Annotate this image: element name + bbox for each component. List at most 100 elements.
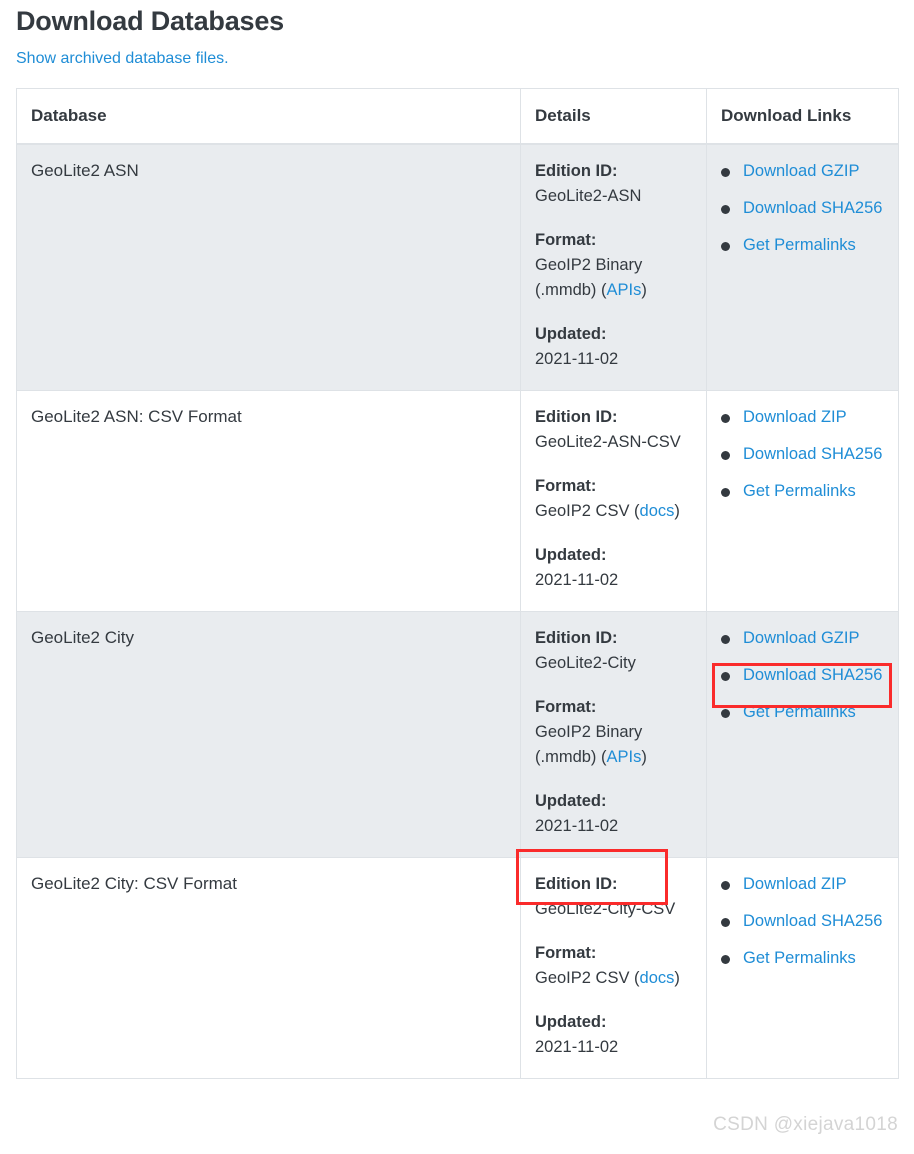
download-sha256-link[interactable]: Download SHA256 <box>743 199 882 217</box>
detail-value-updated: 2021-11-02 <box>535 817 619 835</box>
bullet-icon <box>721 414 730 423</box>
detail-updated: Updated: 2021-11-02 <box>535 1010 692 1060</box>
format-text: GeoIP2 CSV ( <box>535 969 640 987</box>
detail-format: Format: GeoIP2 Binary (.mmdb) (APIs) <box>535 228 692 303</box>
format-suffix: ) <box>674 502 680 520</box>
list-item: Download SHA256 <box>721 442 884 467</box>
list-item: Download SHA256 <box>721 663 884 688</box>
detail-label-edition-id: Edition ID: <box>535 629 618 647</box>
detail-value-format: GeoIP2 CSV (docs) <box>535 499 692 524</box>
download-gzip-link[interactable]: Download GZIP <box>743 162 859 180</box>
download-databases-page: Download Databases Show archived databas… <box>0 0 914 1154</box>
detail-updated: Updated: 2021-11-02 <box>535 543 692 593</box>
format-docs-link[interactable]: APIs <box>607 281 642 299</box>
cell-database-name: GeoLite2 ASN <box>16 144 521 391</box>
detail-format: Format: GeoIP2 Binary (.mmdb) (APIs) <box>535 695 692 770</box>
table-header-row: Database Details Download Links <box>16 88 899 145</box>
download-gzip-link[interactable]: Download GZIP <box>743 629 859 647</box>
cell-database-name: GeoLite2 City: CSV Format <box>16 857 521 1079</box>
detail-format: Format: GeoIP2 CSV (docs) <box>535 474 692 524</box>
detail-label-updated: Updated: <box>535 792 607 810</box>
cell-database-name: GeoLite2 ASN: CSV Format <box>16 390 521 612</box>
list-item: Download SHA256 <box>721 909 884 934</box>
bullet-icon <box>721 242 730 251</box>
cell-download-links: Download GZIP Download SHA256 Get Permal… <box>706 144 899 391</box>
cell-details: Edition ID: GeoLite2-ASN-CSV Format: Geo… <box>520 390 707 612</box>
detail-value-format: GeoIP2 Binary (.mmdb) (APIs) <box>535 720 692 770</box>
detail-edition-id: Edition ID: GeoLite2-City-CSV <box>535 872 692 922</box>
list-item: Get Permalinks <box>721 946 884 971</box>
detail-label-updated: Updated: <box>535 546 607 564</box>
format-suffix: ) <box>641 748 647 766</box>
format-docs-link[interactable]: APIs <box>607 748 642 766</box>
detail-label-edition-id: Edition ID: <box>535 408 618 426</box>
show-archived-database-files-link[interactable]: Show archived database files. <box>16 50 229 67</box>
list-item: Download GZIP <box>721 626 884 651</box>
watermark: CSDN @xiejava1018 <box>713 1114 898 1135</box>
download-zip-link[interactable]: Download ZIP <box>743 875 847 893</box>
table-body: GeoLite2 ASN Edition ID: GeoLite2-ASN Fo… <box>16 144 899 1079</box>
detail-updated: Updated: 2021-11-02 <box>535 789 692 839</box>
format-docs-link[interactable]: docs <box>640 502 675 520</box>
download-links-list: Download GZIP Download SHA256 Get Permal… <box>721 626 884 725</box>
table-row: GeoLite2 City: CSV Format Edition ID: Ge… <box>16 857 899 1079</box>
column-header-database: Database <box>16 88 521 145</box>
download-sha256-link[interactable]: Download SHA256 <box>743 912 882 930</box>
list-item: Download ZIP <box>721 872 884 897</box>
detail-label-edition-id: Edition ID: <box>535 875 618 893</box>
cell-details: Edition ID: GeoLite2-City-CSV Format: Ge… <box>520 857 707 1079</box>
get-permalinks-link[interactable]: Get Permalinks <box>743 482 856 500</box>
download-sha256-link[interactable]: Download SHA256 <box>743 666 882 684</box>
database-name: GeoLite2 ASN: CSV Format <box>31 407 242 426</box>
detail-label-format: Format: <box>535 944 597 962</box>
table-header: Database Details Download Links <box>16 88 899 145</box>
list-item: Download SHA256 <box>721 196 884 221</box>
cell-details: Edition ID: GeoLite2-ASN Format: GeoIP2 … <box>520 144 707 391</box>
download-links-list: Download ZIP Download SHA256 Get Permali… <box>721 405 884 504</box>
download-links-list: Download ZIP Download SHA256 Get Permali… <box>721 872 884 971</box>
bullet-icon <box>721 205 730 214</box>
bullet-icon <box>721 168 730 177</box>
table-row: GeoLite2 ASN Edition ID: GeoLite2-ASN Fo… <box>16 144 899 391</box>
get-permalinks-link[interactable]: Get Permalinks <box>743 949 856 967</box>
get-permalinks-link[interactable]: Get Permalinks <box>743 703 856 721</box>
detail-label-format: Format: <box>535 231 597 249</box>
detail-value-format: GeoIP2 Binary (.mmdb) (APIs) <box>535 253 692 303</box>
download-links-list: Download GZIP Download SHA256 Get Permal… <box>721 159 884 258</box>
detail-label-format: Format: <box>535 477 597 495</box>
download-sha256-link[interactable]: Download SHA256 <box>743 445 882 463</box>
detail-edition-id: Edition ID: GeoLite2-City <box>535 626 692 676</box>
bullet-icon <box>721 709 730 718</box>
list-item: Get Permalinks <box>721 233 884 258</box>
bullet-icon <box>721 488 730 497</box>
get-permalinks-link[interactable]: Get Permalinks <box>743 236 856 254</box>
detail-value-updated: 2021-11-02 <box>535 350 619 368</box>
detail-value-format: GeoIP2 CSV (docs) <box>535 966 692 991</box>
detail-label-updated: Updated: <box>535 325 607 343</box>
bullet-icon <box>721 635 730 644</box>
detail-edition-id: Edition ID: GeoLite2-ASN-CSV <box>535 405 692 455</box>
format-suffix: ) <box>674 969 680 987</box>
detail-updated: Updated: 2021-11-02 <box>535 322 692 372</box>
bullet-icon <box>721 881 730 890</box>
archived-link-row: Show archived database files. <box>16 50 898 68</box>
database-name: GeoLite2 ASN <box>31 161 139 180</box>
detail-value-edition-id: GeoLite2-City-CSV <box>535 900 676 918</box>
detail-format: Format: GeoIP2 CSV (docs) <box>535 941 692 991</box>
column-header-details: Details <box>520 88 707 145</box>
detail-value-updated: 2021-11-02 <box>535 571 619 589</box>
cell-download-links: Download ZIP Download SHA256 Get Permali… <box>706 390 899 612</box>
download-zip-link[interactable]: Download ZIP <box>743 408 847 426</box>
cell-download-links: Download GZIP Download SHA256 Get Permal… <box>706 611 899 858</box>
detail-edition-id: Edition ID: GeoLite2-ASN <box>535 159 692 209</box>
database-name: GeoLite2 City <box>31 628 134 647</box>
bullet-icon <box>721 451 730 460</box>
format-suffix: ) <box>641 281 647 299</box>
table-row: GeoLite2 City Edition ID: GeoLite2-City … <box>16 611 899 858</box>
bullet-icon <box>721 955 730 964</box>
databases-table: Database Details Download Links GeoLite2… <box>16 88 899 1079</box>
format-docs-link[interactable]: docs <box>640 969 675 987</box>
detail-value-edition-id: GeoLite2-ASN <box>535 187 642 205</box>
detail-value-updated: 2021-11-02 <box>535 1038 619 1056</box>
column-header-download-links: Download Links <box>706 88 899 145</box>
